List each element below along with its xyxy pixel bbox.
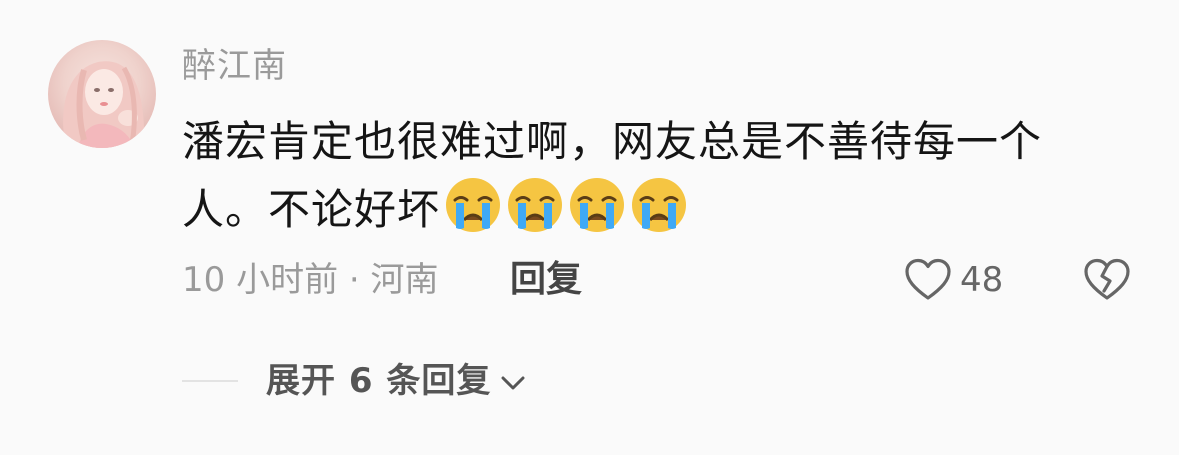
heart-icon: [905, 258, 951, 300]
comment-meta: 10 小时前 · 河南: [182, 260, 439, 300]
crying-face-icon: [570, 178, 625, 232]
comment-text-line-1: 潘宏肯定也很难过啊，网友总是不善待每一个: [182, 117, 1043, 166]
like-button[interactable]: 48: [904, 258, 1003, 302]
like-count: 48: [960, 260, 1004, 300]
avatar[interactable]: [48, 40, 156, 148]
expand-replies-label: 展开 6 条回复: [266, 361, 492, 401]
chevron-down-icon: [501, 376, 525, 390]
comment-text-line-2-text: 人。不论好坏: [182, 185, 441, 234]
broken-heart-icon: [1084, 258, 1130, 300]
expand-replies-button[interactable]: 展开 6 条回复: [182, 357, 527, 405]
comment-text-line-2: 人。不论好坏: [182, 176, 1122, 244]
divider-line: [182, 380, 238, 382]
reply-button[interactable]: 回复: [510, 257, 582, 303]
comment-text: 潘宏肯定也很难过啊，网友总是不善待每一个 人。不论好坏: [182, 108, 1122, 244]
crying-face-icon: [508, 178, 563, 232]
crying-emoji-group: [440, 178, 688, 234]
comment-item: 醉江南 潘宏肯定也很难过啊，网友总是不善待每一个 人。不论好坏 10 小时前 ·…: [0, 0, 1179, 455]
username[interactable]: 醉江南: [182, 44, 287, 88]
dislike-button[interactable]: [1083, 258, 1131, 306]
crying-face-icon: [446, 178, 501, 232]
crying-face-icon: [632, 178, 687, 232]
